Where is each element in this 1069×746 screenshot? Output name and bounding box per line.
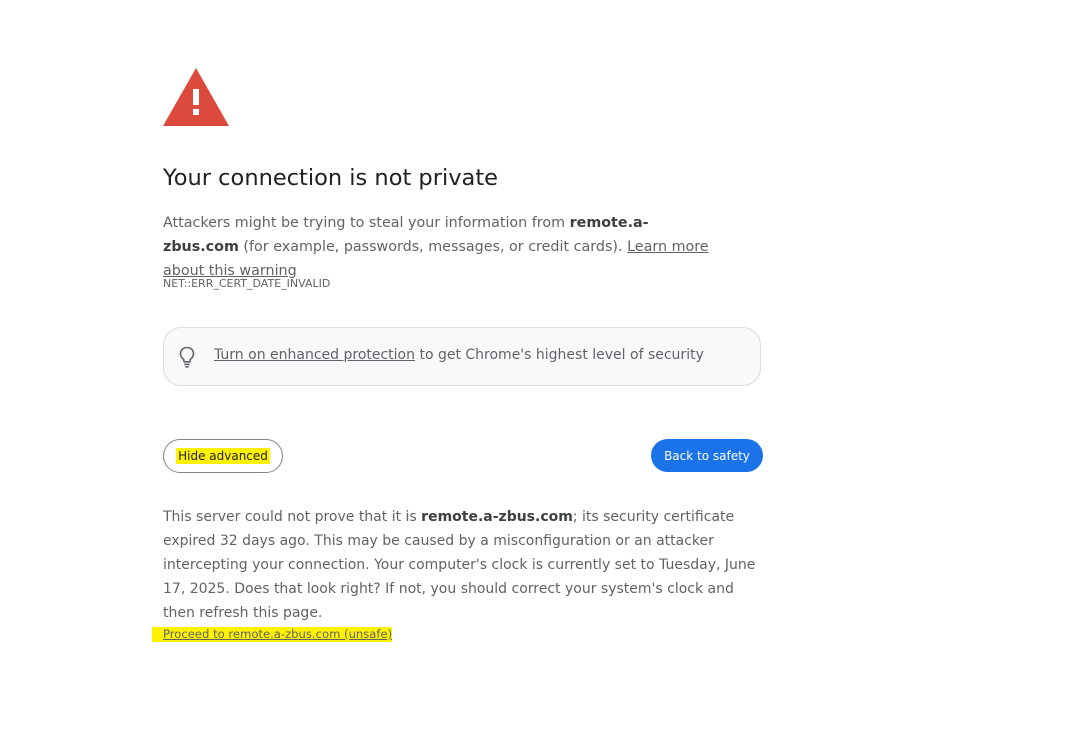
intro-suffix: (for example, passwords, messages, or cr… xyxy=(238,239,628,255)
warning-description: Attackers might be trying to steal your … xyxy=(163,211,723,283)
details-host-name: remote.a-zbus.com xyxy=(421,509,573,525)
warning-triangle-icon xyxy=(163,68,229,126)
enhanced-protection-text: Turn on enhanced protection to get Chrom… xyxy=(214,347,704,363)
enhanced-protection-banner: Turn on enhanced protection to get Chrom… xyxy=(163,327,761,386)
advanced-details: This server could not prove that it is r… xyxy=(163,505,763,625)
enhanced-protection-link[interactable]: Turn on enhanced protection xyxy=(214,347,415,363)
details-prefix: This server could not prove that it is xyxy=(163,509,422,525)
details-suffix: ; its security certificate expired 32 da… xyxy=(163,509,756,621)
enhanced-protection-suffix: to get Chrome's highest level of securit… xyxy=(415,347,704,363)
page-title: Your connection is not private xyxy=(163,165,498,191)
hide-advanced-button[interactable]: Hide advanced xyxy=(163,439,283,473)
proceed-unsafe-link[interactable]: Proceed to remote.a-zbus.com (unsafe) xyxy=(152,627,393,642)
error-code: NET::ERR_CERT_DATE_INVALID xyxy=(163,277,331,290)
hide-advanced-label: Hide advanced xyxy=(176,448,270,464)
back-to-safety-button[interactable]: Back to safety xyxy=(651,439,763,472)
intro-prefix: Attackers might be trying to steal your … xyxy=(163,215,570,231)
lightbulb-icon xyxy=(179,346,195,368)
